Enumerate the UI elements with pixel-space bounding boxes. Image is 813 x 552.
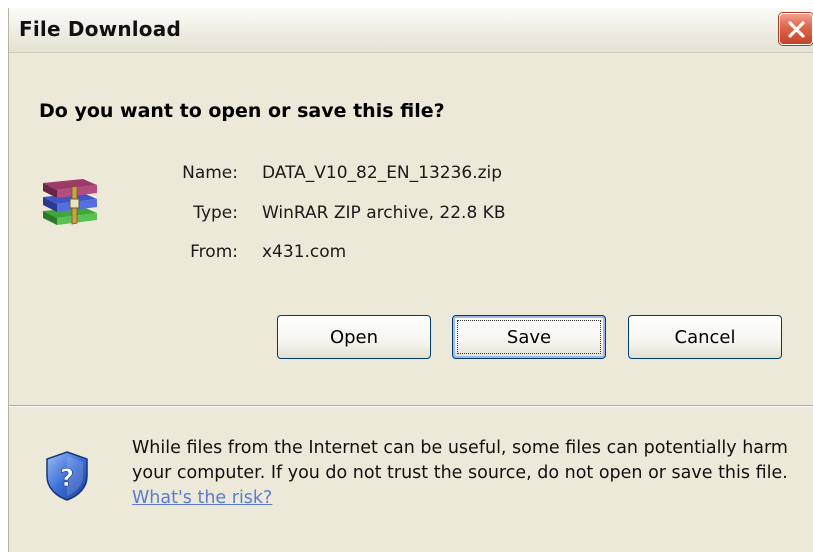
cancel-button-label: Cancel <box>674 326 736 348</box>
window-title: File Download <box>19 17 181 41</box>
whats-the-risk-link[interactable]: What's the risk? <box>132 488 272 508</box>
svg-text:?: ? <box>60 464 74 492</box>
save-button-label: Save <box>506 326 552 348</box>
warning-text: While files from the Internet can be use… <box>132 438 788 483</box>
from-label: From: <box>190 242 238 262</box>
security-warning: While files from the Internet can be use… <box>132 436 804 511</box>
dialog-question: Do you want to open or save this file? <box>39 100 445 122</box>
close-icon <box>788 21 805 38</box>
file-type-value: WinRAR ZIP archive, 22.8 KB <box>262 203 506 223</box>
type-label: Type: <box>193 203 238 223</box>
open-button[interactable]: Open <box>277 315 431 359</box>
winrar-archive-icon <box>39 171 101 231</box>
file-name-value: DATA_V10_82_EN_13236.zip <box>262 163 503 183</box>
file-source-value: x431.com <box>262 242 347 262</box>
file-download-dialog: File Download Do you want to open or sav… <box>8 8 813 552</box>
title-bar[interactable]: File Download <box>9 8 813 53</box>
security-shield-icon: ? <box>44 450 90 506</box>
cancel-button[interactable]: Cancel <box>628 315 782 359</box>
open-button-label: Open <box>329 326 379 348</box>
separator-highlight <box>9 406 813 407</box>
save-button[interactable]: Save <box>452 315 606 359</box>
name-label: Name: <box>182 163 238 183</box>
close-button[interactable] <box>779 13 813 45</box>
